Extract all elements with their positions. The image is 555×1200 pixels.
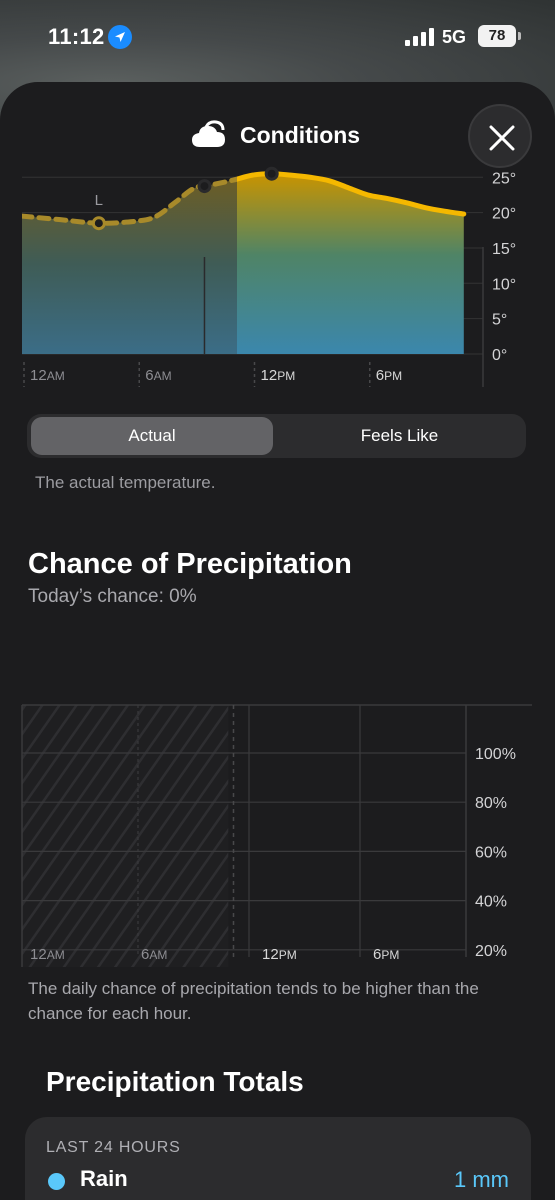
battery-icon: 78: [478, 25, 521, 47]
segment-actual[interactable]: Actual: [31, 417, 273, 455]
status-time: 11:12: [48, 24, 105, 49]
precip-y-tick-label: 100%: [475, 746, 516, 763]
temp-x-tick-label: 6AM: [145, 367, 171, 384]
temp-y-tick-label: 25°: [492, 170, 516, 187]
rain-label: Rain: [80, 1166, 128, 1191]
temp-y-tick-label: 5°: [492, 312, 507, 329]
signal-bars-icon: [405, 28, 434, 46]
close-icon: [489, 125, 515, 151]
temp-x-tick-label: 12PM: [261, 367, 296, 384]
rain-dot-icon: [48, 1173, 65, 1190]
precip-x-tick-label: 12AM: [30, 946, 65, 963]
temperature-mode-segmented-control: Actual Feels Like: [27, 414, 526, 458]
past-hours-hatch: [22, 705, 229, 967]
totals-title: Precipitation Totals: [46, 1066, 304, 1097]
sheet-title: Conditions: [240, 122, 361, 148]
temp-y-tick-label: 0°: [492, 347, 507, 364]
precip-x-tick-label: 12PM: [262, 946, 297, 963]
precip-y-tick-label: 60%: [475, 844, 507, 861]
temp-x-tick-label: 12AM: [30, 367, 65, 384]
segment-description: The actual temperature.: [35, 473, 216, 492]
network-type: 5G: [442, 27, 467, 47]
temperature-chart: L 12AM 6AM 12PM 6PM 0° 5° 10° 15° 20° 25°: [22, 166, 516, 387]
temp-y-tick-label: 15°: [492, 241, 516, 258]
precipitation-chart: 12AM6AM12PM6PM 0%20%40%60%80%100%: [21, 704, 532, 967]
location-arrow-icon: [108, 25, 132, 49]
segment-feels-like[interactable]: Feels Like: [277, 417, 522, 455]
precip-x-tick-label: 6AM: [141, 946, 167, 963]
precip-y-tick-label: 40%: [475, 894, 507, 911]
precip-y-tick-label: 20%: [475, 943, 507, 960]
totals-card: LAST 24 HOURS Rain 1 mm: [25, 1117, 531, 1200]
precipitation-title: Chance of Precipitation: [28, 548, 352, 580]
precip-y-tick-label: 80%: [475, 795, 507, 812]
conditions-sheet: Conditions L 12AM 6AM 12PM 6PM 0° 5° 10°…: [0, 82, 555, 1200]
precipitation-subtitle: Today’s chance: 0%: [28, 586, 197, 607]
low-point-marker: [91, 216, 106, 231]
precipitation-note: The daily chance of precipitation tends …: [28, 979, 479, 1023]
status-bar: 11:12 5G 78: [0, 0, 555, 72]
totals-period: LAST 24 HOURS: [46, 1139, 181, 1156]
low-marker-label: L: [95, 192, 103, 209]
cloud-icon: [192, 120, 225, 147]
current-point-marker: [197, 179, 212, 194]
rain-value: 1 mm: [454, 1167, 509, 1192]
close-button[interactable]: [468, 104, 532, 168]
temp-x-tick-label: 6PM: [376, 367, 402, 384]
high-point-marker: [264, 166, 279, 181]
temp-y-tick-label: 10°: [492, 276, 516, 293]
precip-x-tick-label: 6PM: [373, 946, 399, 963]
temp-y-tick-label: 20°: [492, 206, 516, 223]
